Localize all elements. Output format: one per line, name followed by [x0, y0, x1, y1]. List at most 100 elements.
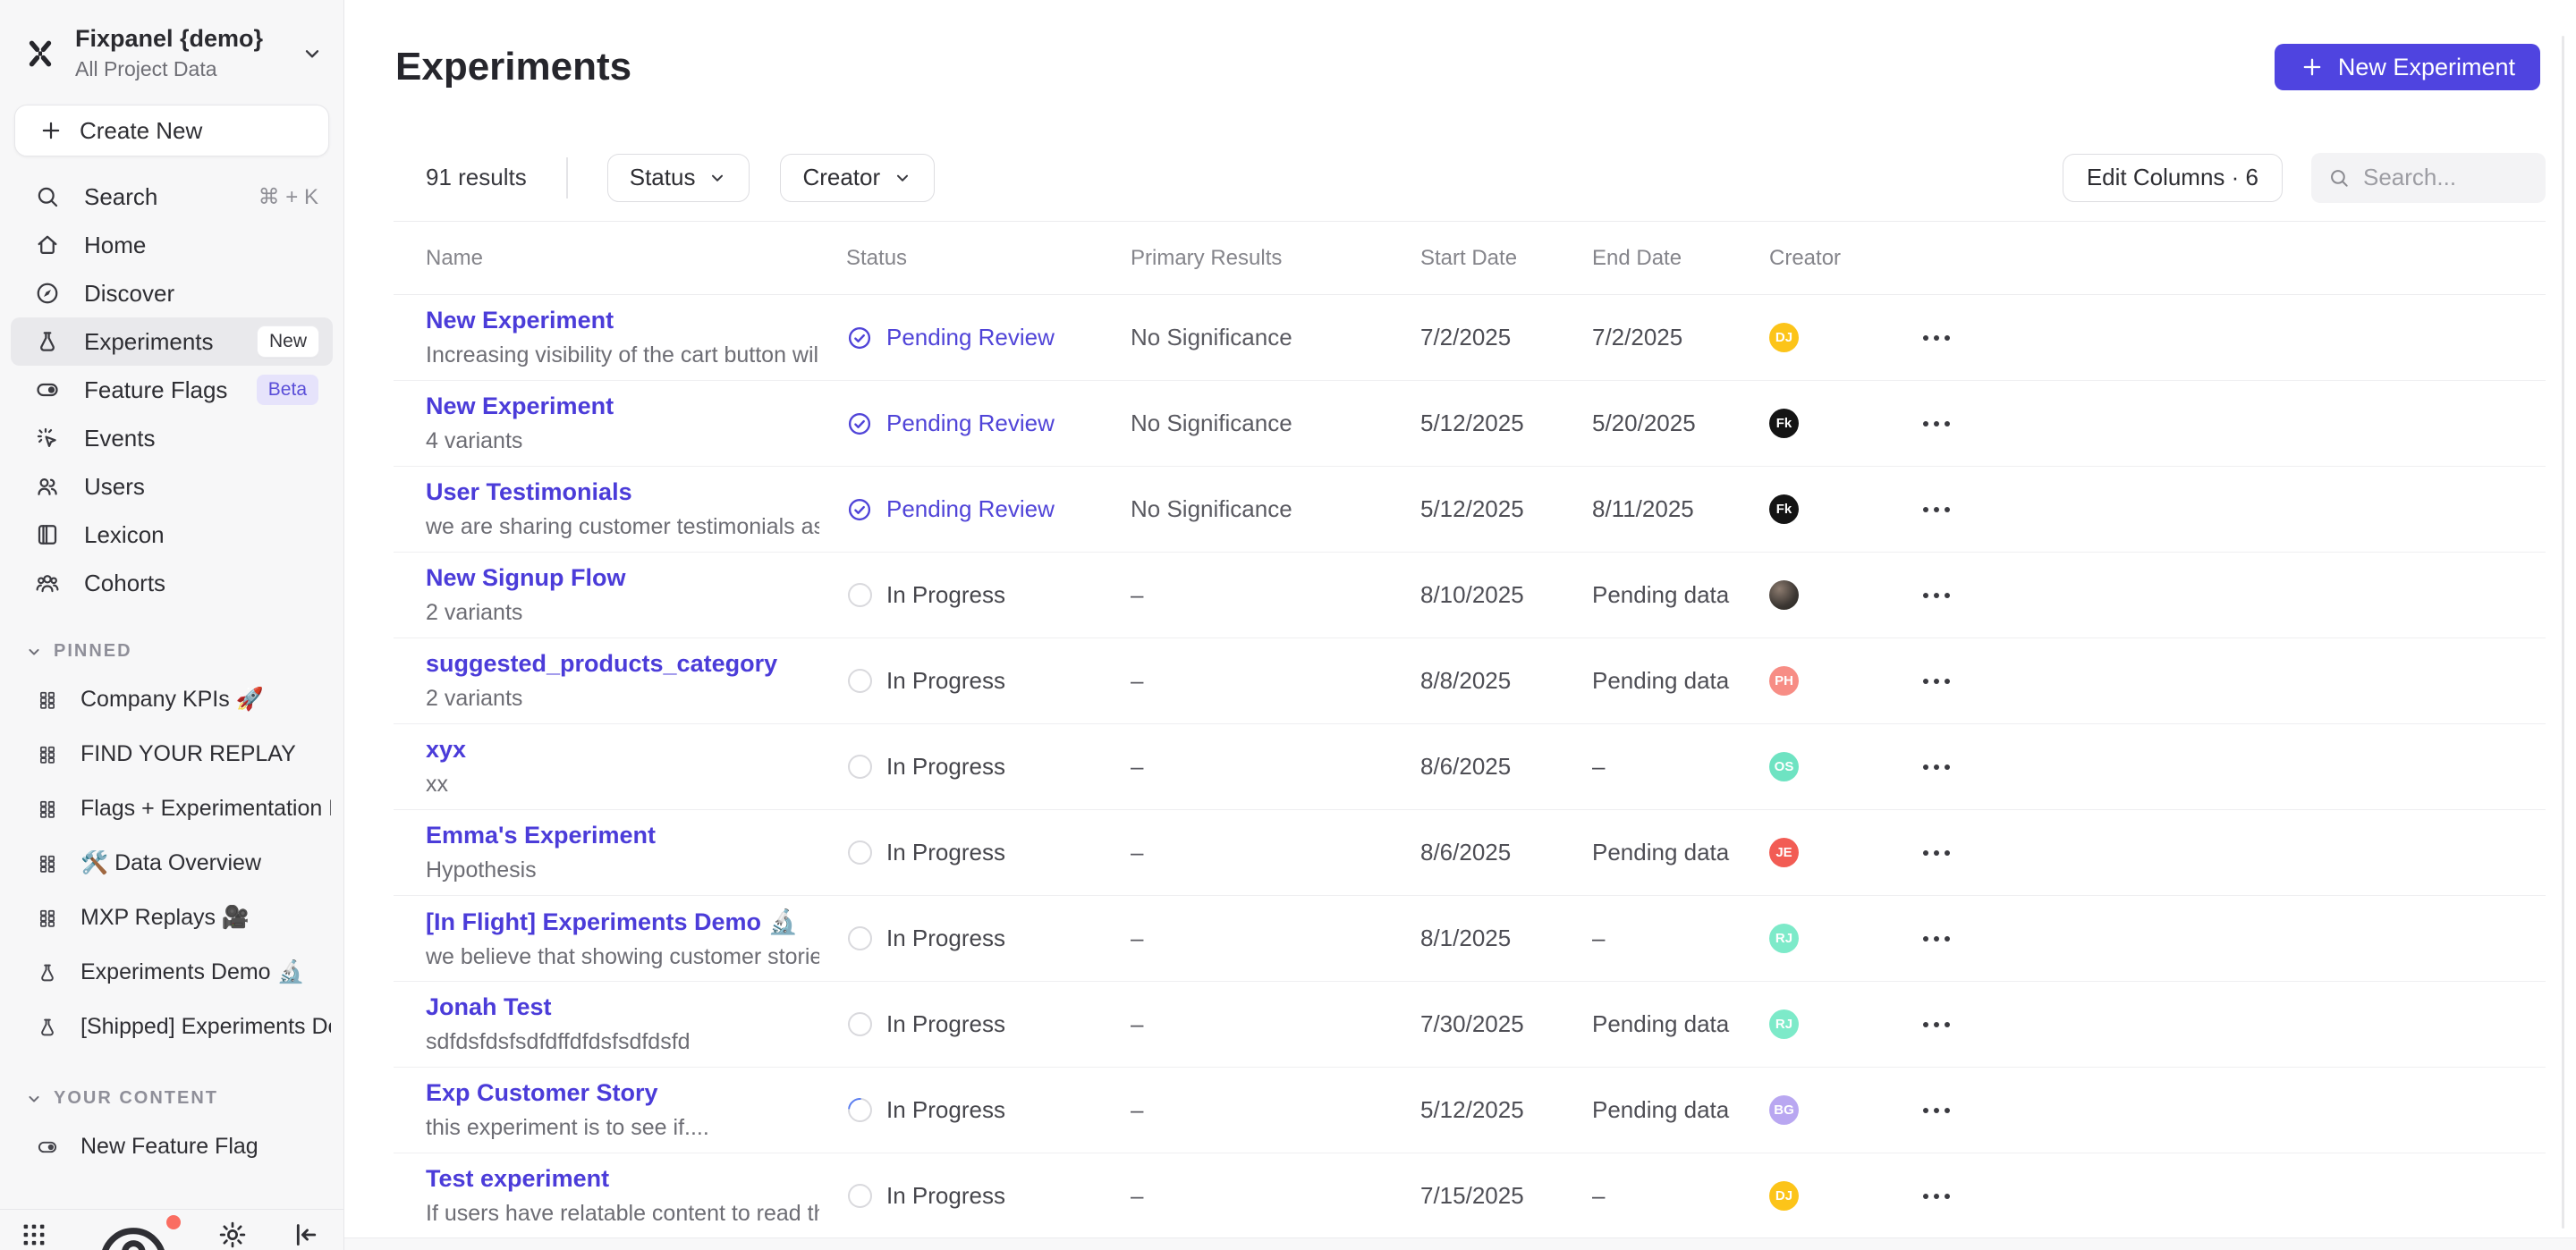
beta-badge: Beta	[257, 375, 318, 405]
row-actions-menu-icon[interactable]	[1923, 584, 2546, 607]
row-actions-menu-icon[interactable]	[1923, 412, 2546, 435]
column-header-primary-results[interactable]: Primary Results	[1131, 246, 1420, 271]
sidebar-item-users[interactable]: Users	[11, 462, 333, 511]
pending-review-check-icon	[846, 496, 873, 523]
sidebar-item-cohorts[interactable]: Cohorts	[11, 559, 333, 607]
row-actions-menu-icon[interactable]	[1923, 1013, 2546, 1036]
experiment-name-link[interactable]: [In Flight] Experiments Demo 🔬	[426, 908, 819, 936]
sidebar-item-lexicon[interactable]: Lexicon	[11, 511, 333, 559]
create-new-button[interactable]: Create New	[14, 105, 329, 156]
collapse-sidebar-icon[interactable]	[290, 1219, 322, 1250]
table-row[interactable]: Jonah Test sdfdsfdsfsdfdffdfdsfsdfdsfd I…	[394, 982, 2546, 1068]
row-actions-menu-icon[interactable]	[1923, 927, 2546, 950]
table-row[interactable]: [In Flight] Experiments Demo 🔬 we believ…	[394, 896, 2546, 982]
sidebar-section: PINNED Company KPIs 🚀 FIND YOUR REPLAY F…	[0, 641, 343, 1054]
section-items: New Feature Flag	[0, 1119, 343, 1174]
sidebar-item-discover[interactable]: Discover	[11, 269, 333, 317]
table-row[interactable]: suggested_products_category 2 variants I…	[394, 638, 2546, 724]
experiment-name-link[interactable]: User Testimonials	[426, 478, 819, 506]
table-search	[2311, 153, 2546, 203]
sidebar-bottom-bar	[0, 1209, 343, 1250]
sidebar-item-flags-experimentation-demo[interactable]: Flags + Experimentation Demo	[0, 781, 343, 836]
help-button[interactable]	[91, 1219, 175, 1250]
creator-avatar[interactable]	[1769, 580, 1799, 610]
actions-cell	[1923, 1099, 2546, 1122]
column-header-start-date[interactable]: Start Date	[1420, 246, 1592, 271]
creator-filter-button[interactable]: Creator	[780, 154, 935, 202]
sidebar-item-home[interactable]: Home	[11, 221, 333, 269]
experiment-name-link[interactable]: New Signup Flow	[426, 564, 819, 592]
sidebar-item-mxp-replays[interactable]: MXP Replays 🎥	[0, 891, 343, 945]
scrollbar[interactable]	[2562, 36, 2564, 1229]
column-header-creator[interactable]: Creator	[1769, 246, 1923, 271]
status-cell: Pending Review	[846, 495, 1131, 523]
experiment-name-link[interactable]: New Experiment	[426, 307, 819, 334]
row-actions-menu-icon[interactable]	[1923, 841, 2546, 865]
section-header[interactable]: YOUR CONTENT	[25, 1088, 343, 1109]
table-row[interactable]: New Experiment 4 variants Pending Review…	[394, 381, 2546, 467]
table-row[interactable]: User Testimonials we are sharing custome…	[394, 467, 2546, 553]
creator-avatar[interactable]: RJ	[1769, 1009, 1799, 1039]
row-actions-menu-icon[interactable]	[1923, 756, 2546, 779]
search-input[interactable]	[2363, 164, 2529, 191]
project-switcher[interactable]: Fixpanel {demo} All Project Data	[0, 0, 343, 90]
column-header-name[interactable]: Name	[426, 246, 846, 271]
row-actions-menu-icon[interactable]	[1923, 498, 2546, 521]
sidebar-item-find-your-replay[interactable]: FIND YOUR REPLAY	[0, 727, 343, 781]
row-actions-menu-icon[interactable]	[1923, 1185, 2546, 1208]
table-row[interactable]: New Experiment Increasing visibility of …	[394, 295, 2546, 381]
sidebar-item-events[interactable]: Events	[11, 414, 333, 462]
status-label: In Progress	[886, 667, 1005, 695]
experiment-subtitle: we are sharing customer testimonials as …	[426, 514, 819, 540]
creator-avatar[interactable]: Fk	[1769, 409, 1799, 438]
table-row[interactable]: Test experiment If users have relatable …	[394, 1153, 2546, 1239]
sidebar-item-search[interactable]: Search ⌘ + K	[11, 173, 333, 221]
edit-columns-button[interactable]: Edit Columns · 6	[2063, 154, 2283, 202]
cohorts-icon	[34, 570, 61, 596]
notification-dot	[166, 1215, 181, 1229]
sidebar-item-shipped-experiments-demo[interactable]: [Shipped] Experiments Demo 🖊️	[0, 1000, 343, 1054]
experiment-name-link[interactable]: New Experiment	[426, 393, 819, 420]
sidebar-item-feature-flags[interactable]: Feature Flags Beta	[11, 366, 333, 414]
column-header-end-date[interactable]: End Date	[1592, 246, 1769, 271]
creator-avatar[interactable]: Fk	[1769, 494, 1799, 524]
end-date: –	[1592, 925, 1769, 952]
table-row[interactable]: Emma's Experiment Hypothesis In Progress…	[394, 810, 2546, 896]
sidebar-item-new-feature-flag[interactable]: New Feature Flag	[0, 1119, 343, 1174]
sidebar-item-experiments[interactable]: Experiments New	[11, 317, 333, 366]
settings-gear-icon[interactable]	[216, 1219, 249, 1250]
table-row[interactable]: xyx xx In Progress – 8/6/2025 – OS	[394, 724, 2546, 810]
experiment-name-link[interactable]: Test experiment	[426, 1165, 819, 1193]
in-progress-circle-icon	[846, 1097, 873, 1124]
status-filter-button[interactable]: Status	[607, 154, 750, 202]
plus-icon	[2300, 55, 2325, 80]
creator-avatar[interactable]: BG	[1769, 1095, 1799, 1125]
experiment-name-link[interactable]: Jonah Test	[426, 993, 819, 1021]
row-actions-menu-icon[interactable]	[1923, 670, 2546, 693]
apps-grid-icon[interactable]	[18, 1219, 50, 1250]
creator-avatar[interactable]: OS	[1769, 752, 1799, 781]
experiment-name-link[interactable]: Exp Customer Story	[426, 1079, 819, 1107]
row-actions-menu-icon[interactable]	[1923, 1099, 2546, 1122]
create-new-label: Create New	[80, 117, 202, 145]
experiment-name-link[interactable]: xyx	[426, 736, 819, 764]
project-subtitle: All Project Data	[75, 57, 263, 81]
row-actions-menu-icon[interactable]	[1923, 326, 2546, 350]
actions-cell	[1923, 498, 2546, 521]
column-header-status[interactable]: Status	[846, 246, 1131, 271]
section-header[interactable]: PINNED	[25, 641, 343, 662]
creator-avatar[interactable]: DJ	[1769, 1181, 1799, 1211]
new-experiment-button[interactable]: New Experiment	[2275, 44, 2540, 90]
sidebar-item-experiments-demo[interactable]: Experiments Demo 🔬	[0, 945, 343, 1000]
sidebar-item-company-kpis[interactable]: Company KPIs 🚀	[0, 672, 343, 727]
sidebar-item-data-overview[interactable]: 🛠️ Data Overview	[0, 836, 343, 891]
search-icon	[34, 183, 61, 210]
creator-avatar[interactable]: JE	[1769, 838, 1799, 867]
table-row[interactable]: Exp Customer Story this experiment is to…	[394, 1068, 2546, 1153]
experiment-name-link[interactable]: Emma's Experiment	[426, 822, 819, 849]
table-row[interactable]: New Signup Flow 2 variants In Progress –…	[394, 553, 2546, 638]
creator-avatar[interactable]: DJ	[1769, 323, 1799, 352]
creator-avatar[interactable]: PH	[1769, 666, 1799, 696]
experiment-name-link[interactable]: suggested_products_category	[426, 650, 819, 678]
creator-avatar[interactable]: RJ	[1769, 924, 1799, 953]
